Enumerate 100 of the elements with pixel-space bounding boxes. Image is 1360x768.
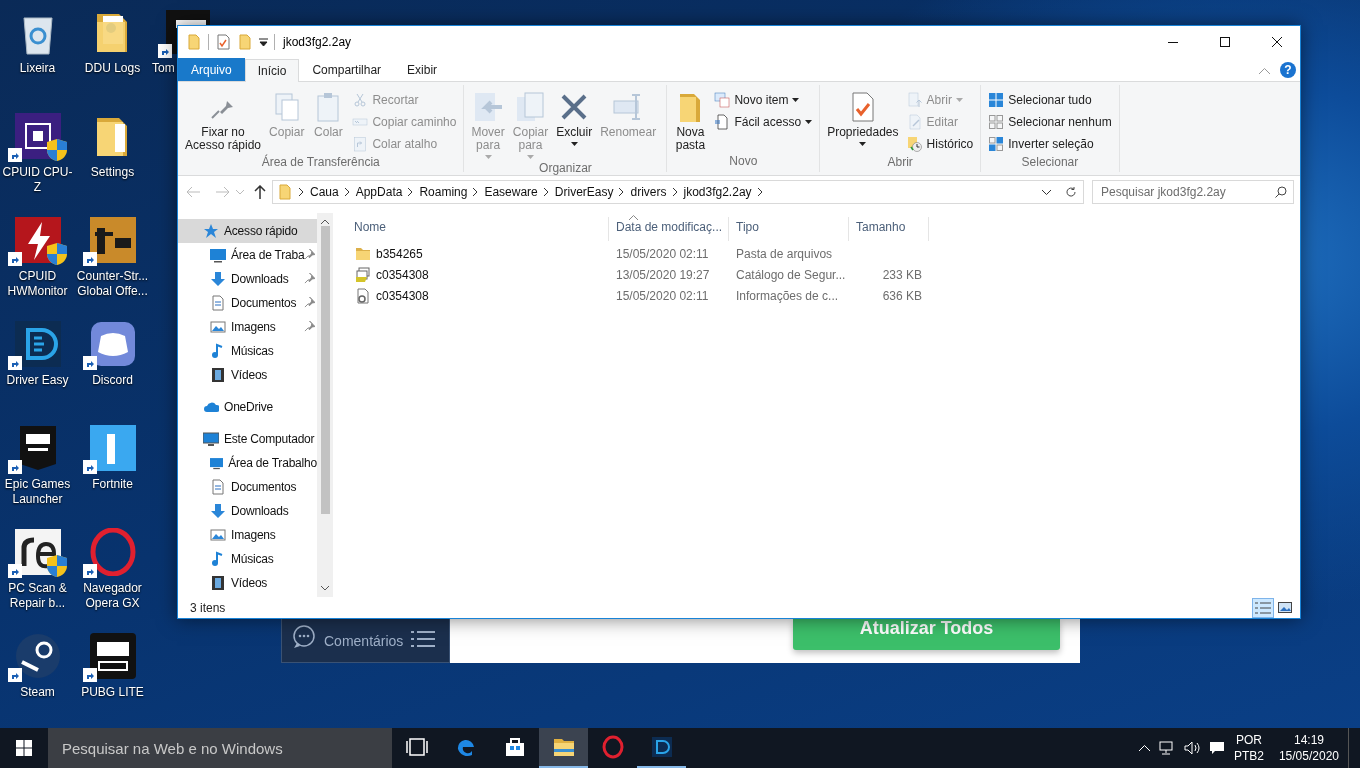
breadcrumb[interactable]: Caua	[310, 185, 339, 199]
nav-item-label: Imagens	[231, 320, 276, 334]
desktop-icon	[210, 247, 226, 263]
column-header[interactable]: Tipo	[729, 217, 849, 241]
comments-label[interactable]: Comentários	[324, 633, 404, 649]
windows-logo-icon	[16, 740, 32, 756]
desktop-icon-label[interactable]: PC Scan & Repair b...	[1, 581, 74, 611]
ribbon-button[interactable]: Histórico	[903, 133, 977, 155]
ribbon-button[interactable]: Inverter seleção	[985, 133, 1115, 155]
image-icon	[1278, 602, 1292, 613]
invert-selection-icon	[988, 136, 1005, 152]
desktop-icon-label[interactable]: Lixeira	[1, 61, 74, 76]
desktop-icon-label[interactable]: CPUID HWMonitor	[1, 269, 74, 299]
ribbon-tab[interactable]: Arquivo	[178, 58, 245, 81]
breadcrumb[interactable]: Roaming	[419, 185, 468, 199]
file-name[interactable]: c0354308	[376, 288, 429, 303]
nav-pane-item[interactable]: Imagens	[178, 523, 317, 547]
refresh-icon	[1065, 186, 1077, 198]
scroll-up-icon	[321, 219, 329, 224]
ribbon-button[interactable]: Propriedades	[824, 89, 902, 148]
desktop-icon-label[interactable]: Driver Easy	[1, 373, 74, 388]
ribbon-tab[interactable]: Início	[244, 59, 300, 82]
scrollbar[interactable]	[317, 213, 333, 597]
nav-pane-item[interactable]: Músicas	[178, 339, 317, 363]
driver-icon	[649, 735, 674, 759]
nav-pane-item[interactable]: Vídeos	[178, 363, 317, 387]
nav-item-label: Músicas	[231, 344, 274, 358]
network-icon	[1158, 741, 1175, 755]
scroll-thumb[interactable]	[320, 226, 330, 514]
ribbon-tab[interactable]: Exibir	[394, 58, 451, 81]
nav-pane-item[interactable]: Downloads	[178, 499, 317, 523]
desktop-icon-label[interactable]: Discord	[76, 373, 149, 388]
ribbon-button[interactable]: Fácil acesso	[711, 111, 816, 133]
desktop-icon-label[interactable]: CPUID CPU-Z	[1, 165, 74, 195]
column-header[interactable]: Tamanho	[849, 217, 929, 241]
desktop-icon-label[interactable]: DDU Logs	[76, 61, 149, 76]
nav-pane-item[interactable]: Documentos	[178, 291, 317, 315]
desktop-icon-label[interactable]: Epic Games Launcher	[1, 477, 74, 507]
select-all-icon	[988, 92, 1005, 108]
language-indicator[interactable]: POR	[1235, 732, 1262, 748]
ribbon-tab[interactable]: Compartilhar	[299, 58, 395, 81]
taskbar-app-button[interactable]	[539, 728, 588, 768]
ribbon-button[interactable]: Excluir	[553, 89, 596, 148]
breadcrumb[interactable]: drivers	[630, 185, 667, 199]
desktop-icon	[210, 455, 224, 471]
file-name[interactable]: c0354308	[376, 267, 429, 282]
desktop-icon-label[interactable]: Tom	[152, 61, 175, 76]
nav-pane-item[interactable]: Imagens	[178, 315, 317, 339]
address-bar[interactable]: Caua AppData Roaming Easeware DriverEasy drivers jkod3fg2.2ay	[272, 180, 1084, 204]
desktop-icon-label[interactable]: PUBG LITE	[76, 685, 149, 700]
desktop-icon-label[interactable]: Navegador Opera GX	[76, 581, 149, 611]
document-icon	[210, 295, 226, 311]
nav-item-label: Vídeos	[231, 576, 268, 590]
language-indicator[interactable]: PTB2	[1233, 748, 1264, 764]
file-name[interactable]: b354265	[376, 246, 423, 261]
breadcrumb[interactable]: Easeware	[484, 185, 538, 199]
nav-pane-item[interactable]: Acesso rápido	[178, 219, 317, 243]
ribbon-button[interactable]: Selecionar nenhum	[985, 111, 1115, 133]
nav-pane-item[interactable]: Documentos	[178, 475, 317, 499]
clock-time[interactable]: 14:19	[1293, 732, 1324, 748]
nav-pane-item[interactable]: Vídeos	[178, 571, 317, 595]
nav-pane-item[interactable]: Este Computador	[178, 427, 317, 451]
taskbar-search-field[interactable]: Pesquisar na Web e no Windows	[60, 738, 392, 758]
taskbar-search-box[interactable]: Pesquisar na Web e no Windows	[48, 728, 392, 768]
chevron-down-icon	[236, 189, 244, 195]
nav-pane-item[interactable]: Downloads	[178, 267, 317, 291]
folder-icon	[237, 34, 253, 50]
breadcrumb[interactable]: DriverEasy	[554, 185, 614, 199]
breadcrumb[interactable]: AppData	[355, 185, 403, 199]
desktop-icon-label[interactable]: Fortnite	[76, 477, 149, 492]
search-icon	[1275, 186, 1287, 198]
column-header[interactable]: Nome	[347, 217, 609, 241]
folder-icon	[355, 245, 371, 262]
chevron-right-icon	[619, 188, 625, 196]
help-button[interactable]: ?	[1280, 62, 1296, 78]
pin-icon	[304, 249, 315, 260]
nav-item-label: Imagens	[231, 528, 276, 542]
nav-pane-item[interactable]: Músicas	[178, 547, 317, 571]
list-icon	[411, 629, 436, 649]
ribbon-group-label: Organizar	[539, 161, 592, 175]
folder-icon	[277, 184, 293, 200]
nav-pane-item[interactable]: Área de Trabalho	[178, 451, 317, 475]
ribbon-button[interactable]: Fixar no Acesso rápido	[182, 89, 265, 154]
shield-icon	[45, 138, 68, 162]
search-box[interactable]: Pesquisar jkod3fg2.2ay	[1092, 180, 1294, 204]
nav-pane-item[interactable]: OneDrive	[178, 395, 317, 419]
chevron-right-icon	[344, 188, 350, 196]
nav-pane-item[interactable]: Área de Traba	[178, 243, 317, 267]
desktop-icon-label[interactable]: Settings	[76, 165, 149, 180]
ribbon-button[interactable]: Nova pasta	[671, 89, 710, 154]
column-header[interactable]: Data de modificaç...	[609, 217, 729, 241]
desktop-icon-label[interactable]: Counter-Str... Global Offe...	[76, 269, 149, 299]
download-icon	[210, 271, 226, 287]
breadcrumb[interactable]: jkod3fg2.2ay	[683, 185, 752, 199]
ribbon-button[interactable]: Selecionar tudo	[985, 89, 1115, 111]
image-icon	[210, 527, 226, 543]
ribbon-button[interactable]: Novo item	[711, 89, 816, 111]
caret-icon	[792, 98, 800, 102]
clock-date[interactable]: 15/05/2020	[1278, 748, 1339, 764]
desktop-icon-label[interactable]: Steam	[1, 685, 74, 700]
